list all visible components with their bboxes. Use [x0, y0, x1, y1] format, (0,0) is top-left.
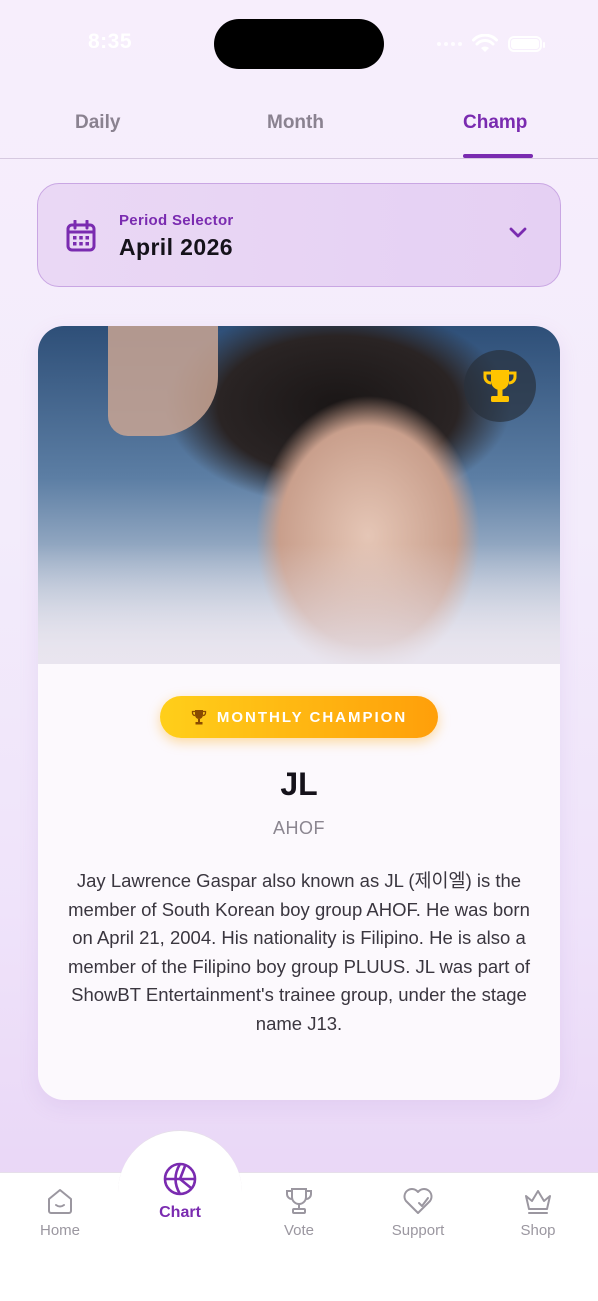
nav-label: Home — [39, 1222, 80, 1239]
monthly-champion-badge: MONTHLY CHAMPION — [160, 696, 438, 738]
nav-item-chart[interactable]: Chart — [140, 1160, 220, 1222]
period-tabs: Daily Month Champ — [0, 100, 598, 159]
nav-label: Shop — [520, 1222, 556, 1239]
status-icons — [437, 34, 545, 54]
tab-month[interactable]: Month — [267, 112, 324, 134]
trophy-icon — [286, 1188, 312, 1214]
nav-item-home[interactable]: Home — [20, 1186, 100, 1239]
nav-label: Vote — [283, 1222, 315, 1239]
nav-label: Chart — [159, 1204, 201, 1221]
chart-icon — [163, 1162, 197, 1196]
calendar-icon — [66, 220, 96, 252]
heart-icon — [403, 1188, 433, 1214]
nav-item-shop[interactable]: Shop — [498, 1186, 578, 1239]
champion-name: JL — [280, 766, 318, 802]
status-bar: 8:35 — [0, 0, 598, 90]
champion-group: AHOF — [272, 818, 325, 838]
dynamic-island — [214, 19, 384, 69]
period-selector[interactable]: Period Selector April 2026 — [37, 183, 561, 287]
trophy-icon — [191, 710, 206, 725]
battery-icon — [508, 36, 545, 52]
chevron-down-icon — [509, 227, 527, 238]
signal-icon — [437, 42, 462, 46]
home-icon — [48, 1189, 72, 1214]
badge-label: MONTHLY CHAMPION — [216, 708, 408, 726]
trophy-button[interactable] — [464, 350, 536, 422]
champion-photo — [38, 326, 560, 664]
tab-champ[interactable]: Champ — [463, 112, 527, 134]
period-selector-value: April 2026 — [119, 234, 233, 260]
wifi-icon — [472, 34, 498, 52]
nav-item-vote[interactable]: Vote — [259, 1186, 339, 1239]
nav-item-support[interactable]: Support — [378, 1186, 458, 1239]
active-tab-indicator — [463, 154, 533, 158]
period-selector-label: Period Selector — [119, 212, 234, 229]
champion-bio: Jay Lawrence Gaspar also known as JL (제이… — [67, 870, 531, 1034]
champion-card: MONTHLY CHAMPION JL AHOF Jay Lawrence Ga… — [38, 326, 560, 1100]
tab-daily[interactable]: Daily — [75, 112, 120, 134]
crown-icon — [525, 1190, 551, 1214]
trophy-icon — [483, 370, 517, 402]
nav-label: Support — [391, 1222, 445, 1239]
status-time: 8:35 — [88, 30, 133, 53]
